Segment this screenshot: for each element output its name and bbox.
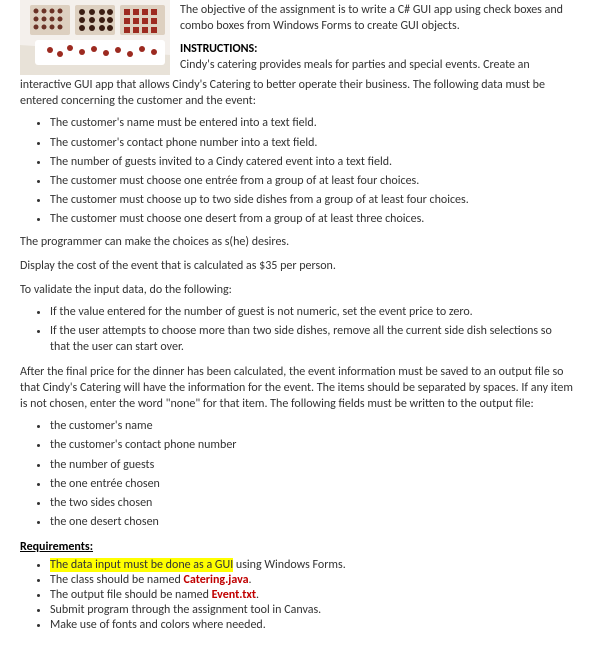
list-item: the one entrée chosen xyxy=(50,476,573,492)
list-item: the customer's name xyxy=(50,418,573,434)
list-item: the customer's contact phone number xyxy=(50,437,573,453)
top-section: The objective of the assignment is to wr… xyxy=(20,0,573,75)
list-item: The customer's contact phone number into… xyxy=(50,135,573,151)
list-item: The customer must choose one desert from… xyxy=(50,211,573,227)
req-text: . xyxy=(256,588,259,602)
req-text: . xyxy=(249,573,252,587)
requirements-heading: Requirements: xyxy=(20,540,573,554)
validate-intro: To validate the input data, do the follo… xyxy=(20,282,573,298)
top-text-block: The objective of the assignment is to wr… xyxy=(180,0,573,72)
list-item: The customer's name must be entered into… xyxy=(50,115,573,131)
list-item: The number of guests invited to a Cindy … xyxy=(50,154,573,170)
list-item: the two sides chosen xyxy=(50,495,573,511)
list-item: If the value entered for the number of g… xyxy=(50,304,573,320)
list-item: The output file should be named Event.tx… xyxy=(50,588,573,602)
highlighted-text: The data input must be done as a GUI xyxy=(50,558,233,572)
programmer-note: The programmer can make the choices as s… xyxy=(20,234,573,250)
list-item: Submit program through the assignment to… xyxy=(50,603,573,617)
validate-list: If the value entered for the number of g… xyxy=(50,304,573,356)
data-entry-list: The customer's name must be entered into… xyxy=(50,115,573,227)
instructions-line1: Cindy's catering provides meals for part… xyxy=(180,58,573,72)
req-text: The class should be named xyxy=(50,573,184,587)
output-fields-list: the customer's name the customer's conta… xyxy=(50,418,573,530)
list-item: The data input must be done as a GUI usi… xyxy=(50,558,573,572)
list-item: The customer must choose one entrée from… xyxy=(50,173,573,189)
filename-red: Event.txt xyxy=(212,588,256,602)
catering-image xyxy=(20,0,170,75)
req-text: The output file should be named xyxy=(50,588,212,602)
req-text: using Windows Forms. xyxy=(233,558,346,572)
instructions-line2: interactive GUI app that allows Cindy's … xyxy=(20,77,573,109)
objective-text: The objective of the assignment is to wr… xyxy=(180,2,573,34)
list-item: the one desert chosen xyxy=(50,514,573,530)
list-item: If the user attempts to choose more than… xyxy=(50,323,573,355)
requirements-list: The data input must be done as a GUI usi… xyxy=(50,558,573,632)
instructions-heading: INSTRUCTIONS: xyxy=(180,42,573,56)
list-item: Make use of fonts and colors where neede… xyxy=(50,618,573,632)
after-price-text: After the final price for the dinner has… xyxy=(20,364,573,413)
list-item: The customer must choose up to two side … xyxy=(50,192,573,208)
list-item: the number of guests xyxy=(50,457,573,473)
list-item: The class should be named Catering.java. xyxy=(50,573,573,587)
display-cost: Display the cost of the event that is ca… xyxy=(20,258,573,274)
filename-red: Catering.java xyxy=(184,573,249,587)
assignment-document: The objective of the assignment is to wr… xyxy=(0,0,593,656)
